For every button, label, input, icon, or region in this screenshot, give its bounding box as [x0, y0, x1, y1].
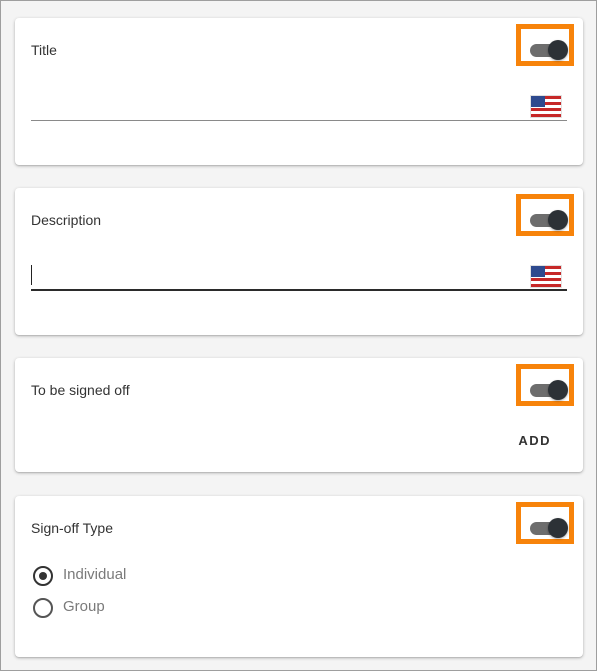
description-card: Description — [15, 188, 583, 335]
signoff-type-card: Sign-off Type Individual Group — [15, 496, 583, 657]
highlight-box — [516, 24, 574, 66]
signed-off-toggle[interactable] — [530, 380, 568, 400]
signoff-type-toggle[interactable] — [530, 518, 568, 538]
add-button[interactable]: ADD — [518, 433, 551, 448]
description-field — [31, 263, 567, 291]
title-field — [31, 93, 567, 121]
us-flag-icon[interactable] — [531, 96, 561, 117]
toggle-thumb — [548, 380, 568, 400]
toggle-thumb — [548, 210, 568, 230]
highlight-box — [516, 364, 574, 406]
title-toggle[interactable] — [530, 40, 568, 60]
radio-label: Group — [63, 598, 105, 615]
description-input[interactable] — [31, 263, 511, 289]
text-caret — [31, 265, 32, 285]
signed-off-label: To be signed off — [31, 382, 130, 398]
description-underline — [31, 289, 567, 291]
radio-button[interactable] — [33, 598, 53, 618]
description-label: Description — [31, 212, 102, 228]
highlight-box — [516, 194, 574, 236]
title-label: Title — [31, 42, 57, 58]
radio-button-checked[interactable] — [33, 566, 53, 586]
title-underline — [31, 120, 567, 121]
radio-label: Individual — [63, 566, 127, 583]
description-toggle[interactable] — [530, 210, 568, 230]
signed-off-card: To be signed off ADD — [15, 358, 583, 472]
toggle-thumb — [548, 40, 568, 60]
toggle-thumb — [548, 518, 568, 538]
highlight-box — [516, 502, 574, 544]
signoff-type-label: Sign-off Type — [31, 520, 113, 536]
title-card: Title — [15, 18, 583, 165]
title-input[interactable] — [31, 93, 511, 119]
us-flag-icon[interactable] — [531, 266, 561, 287]
